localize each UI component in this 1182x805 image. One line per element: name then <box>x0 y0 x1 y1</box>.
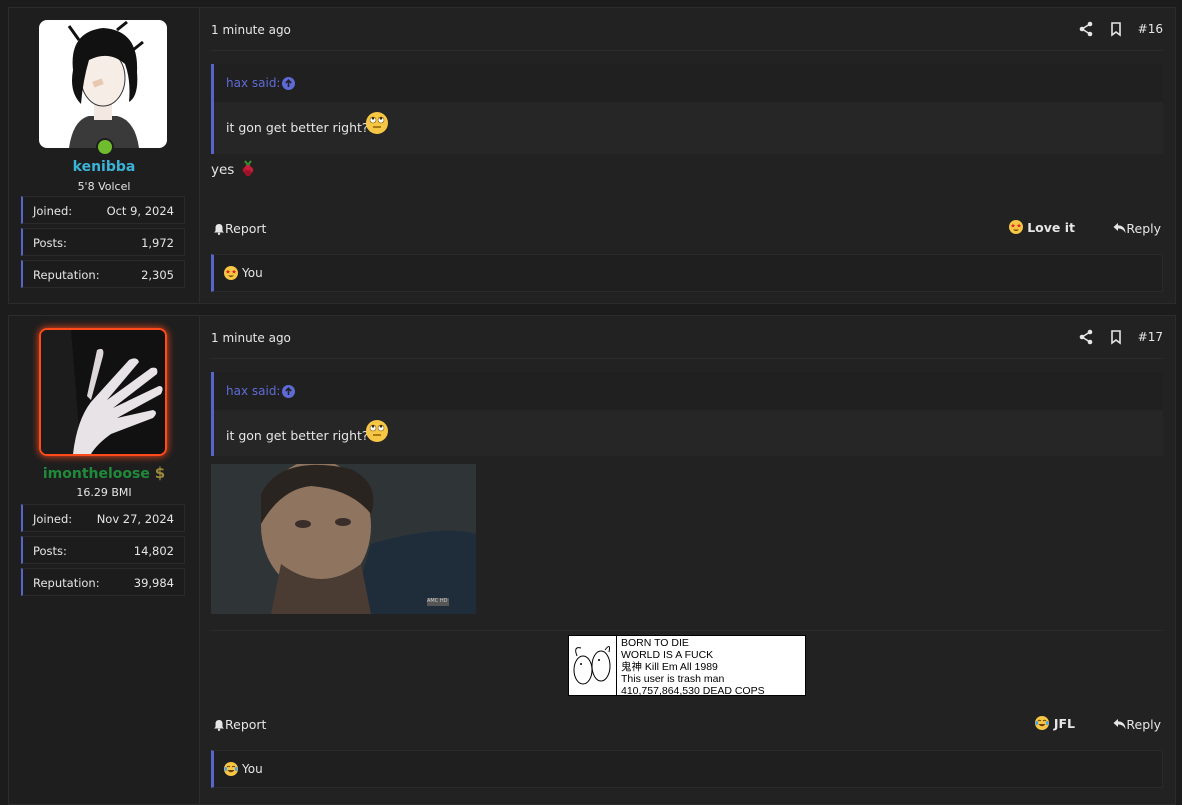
reactions-summary[interactable]: You <box>211 750 1163 788</box>
online-status-indicator <box>96 138 114 156</box>
laughing-crying-emoji-icon <box>1035 716 1050 730</box>
quote-author-link[interactable]: hax said: <box>226 76 280 90</box>
signature-line: BORN TO DIE <box>621 637 689 649</box>
username[interactable]: kenibba <box>9 159 199 175</box>
report-button[interactable]: Report <box>213 221 266 238</box>
reply-button[interactable]: Reply <box>1113 221 1161 237</box>
post-main: 1 minute ago #16 hax said: it gon get be… <box>211 8 1163 303</box>
post-time[interactable]: 1 minute ago <box>211 23 291 37</box>
signature-divider <box>211 630 1163 631</box>
bell-icon <box>213 223 225 238</box>
signature-line: 鬼神 Kill Em All 1989 <box>621 661 718 673</box>
share-icon[interactable] <box>1078 329 1094 345</box>
quote-text: it gon get better right?! <box>226 428 374 443</box>
stat-label: Joined: <box>33 512 73 526</box>
reply-arrow-icon <box>1113 222 1126 237</box>
stat-label: Posts: <box>33 544 67 558</box>
gif-watermark: AMC HD <box>427 598 448 604</box>
stat-value: 14,802 <box>133 544 174 558</box>
reaction-label: Love it <box>1027 220 1075 235</box>
stat-label: Joined: <box>33 204 73 218</box>
quote-header: hax said: <box>214 372 1163 410</box>
laughing-crying-emoji-icon <box>224 762 238 776</box>
reply-label: Reply <box>1126 221 1161 236</box>
reply-label: Reply <box>1126 717 1161 732</box>
post-16: kenibba 5'8 Volcel Joined: Oct 9, 2024 P… <box>8 7 1176 304</box>
signature-dogs-image <box>569 636 617 695</box>
post-body-text: yes <box>211 162 235 178</box>
user-title: 5'8 Volcel <box>77 180 131 193</box>
report-label: Report <box>225 221 267 236</box>
star-struck-emoji-icon <box>224 266 238 280</box>
signature-text: BORN TO DIE WORLD IS A FUCK 鬼神 Kill Em A… <box>621 637 765 697</box>
stat-value: Oct 9, 2024 <box>106 204 174 218</box>
post-header-actions: #17 <box>1078 328 1163 346</box>
username-text: imontheloose <box>42 466 150 482</box>
stat-reputation: Reputation: 39,984 <box>21 568 185 596</box>
reaction-button[interactable]: Love it <box>1008 220 1075 235</box>
stat-value: 2,305 <box>141 268 174 282</box>
avatar[interactable] <box>39 20 167 148</box>
arrow-up-circle-icon[interactable] <box>282 77 295 93</box>
signature-line: WORLD IS A FUCK <box>621 649 714 661</box>
quote-block: hax said: it gon get better right?! <box>211 372 1163 456</box>
stat-joined: Joined: Oct 9, 2024 <box>21 196 185 224</box>
quote-body: it gon get better right?! <box>214 410 1163 462</box>
share-icon[interactable] <box>1078 21 1094 37</box>
report-label: Report <box>225 717 267 732</box>
star-struck-emoji-icon <box>1008 220 1023 234</box>
post-main: 1 minute ago #17 hax said: it gon get be… <box>211 316 1163 804</box>
avatar[interactable] <box>39 328 167 456</box>
post-number-link[interactable]: #16 <box>1138 22 1163 36</box>
signature-line: This user is trash man <box>621 673 725 685</box>
stat-posts: Posts: 1,972 <box>21 228 185 256</box>
embedded-gif[interactable]: AMC HD <box>211 464 476 614</box>
post-header-actions: #16 <box>1078 20 1163 38</box>
user-sidebar: imontheloose $ 16.29 BMI Joined: Nov 27,… <box>9 316 200 804</box>
stat-value: 39,984 <box>133 576 174 590</box>
raspberry-icon <box>239 159 257 181</box>
quote-author-link[interactable]: hax said: <box>226 384 280 398</box>
reactions-summary-text: You <box>242 762 263 776</box>
user-title: 16.29 BMI <box>76 486 132 499</box>
stat-value: 1,972 <box>141 236 174 250</box>
signature-userbar: BORN TO DIE WORLD IS A FUCK 鬼神 Kill Em A… <box>568 635 806 697</box>
post-number-link[interactable]: #17 <box>1138 330 1163 344</box>
quote-text: it gon get better right?! <box>226 120 374 135</box>
reply-arrow-icon <box>1113 718 1126 733</box>
reaction-label: JFL <box>1053 716 1075 731</box>
reply-button[interactable]: Reply <box>1113 717 1161 733</box>
quote-block: hax said: it gon get better right?! <box>211 64 1163 154</box>
stat-label: Posts: <box>33 236 67 250</box>
stat-joined: Joined: Nov 27, 2024 <box>21 504 185 532</box>
signature-line: 410,757,864,530 DEAD COPS <box>621 685 765 697</box>
bookmark-icon[interactable] <box>1108 329 1124 345</box>
reaction-button[interactable]: JFL <box>1035 716 1075 731</box>
bookmark-icon[interactable] <box>1108 21 1124 37</box>
post-body: yes <box>211 159 257 181</box>
user-sidebar: kenibba 5'8 Volcel Joined: Oct 9, 2024 P… <box>9 8 200 303</box>
arrow-up-circle-icon[interactable] <box>282 385 295 401</box>
divider <box>211 358 1163 359</box>
username[interactable]: imontheloose $ <box>9 464 199 482</box>
stat-value: Nov 27, 2024 <box>96 512 174 526</box>
reactions-summary-text: You <box>242 266 263 280</box>
post-17: imontheloose $ 16.29 BMI Joined: Nov 27,… <box>8 315 1176 805</box>
reactions-summary[interactable]: You <box>211 254 1163 292</box>
quote-body: it gon get better right?! <box>214 102 1163 154</box>
report-button[interactable]: Report <box>213 717 266 734</box>
quote-header: hax said: <box>214 64 1163 102</box>
bell-icon <box>213 719 225 734</box>
stat-label: Reputation: <box>33 576 100 590</box>
dollar-sign-icon: $ <box>154 464 166 482</box>
stat-label: Reputation: <box>33 268 100 282</box>
rolling-eyes-emoji-icon <box>366 420 388 442</box>
stat-reputation: Reputation: 2,305 <box>21 260 185 288</box>
post-time[interactable]: 1 minute ago <box>211 331 291 345</box>
divider <box>211 50 1163 51</box>
stat-posts: Posts: 14,802 <box>21 536 185 564</box>
rolling-eyes-emoji-icon <box>366 112 388 134</box>
